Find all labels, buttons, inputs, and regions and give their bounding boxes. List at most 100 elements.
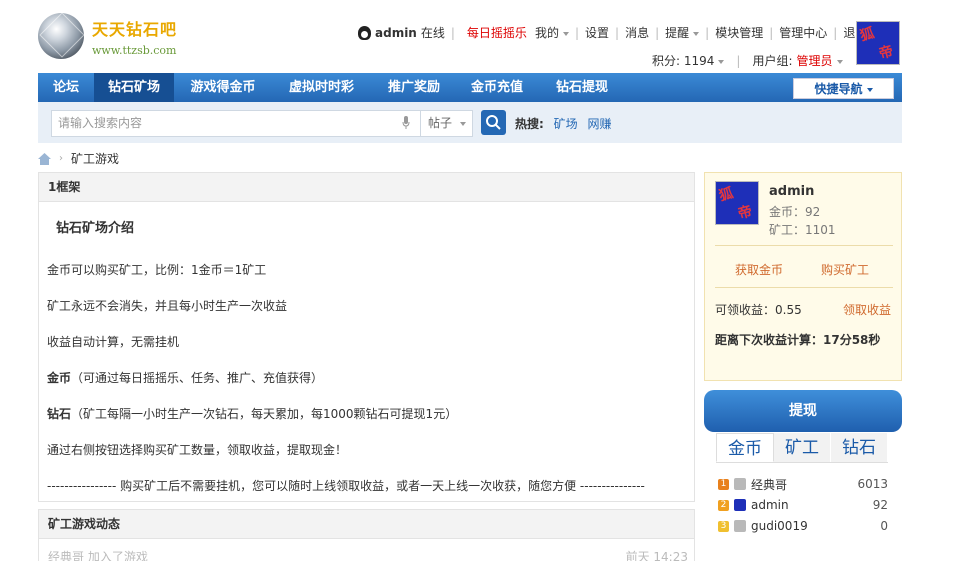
- points-menu[interactable]: 积分: 1194: [652, 52, 725, 69]
- claimable-earnings: 可领收益：0.55: [715, 303, 802, 317]
- withdraw-button[interactable]: 提现: [704, 390, 902, 432]
- gold-count: 金币：92: [769, 205, 821, 219]
- hot-searches: 热搜: 矿场 网赚: [515, 115, 612, 132]
- user-group-label: 用户组:: [752, 54, 793, 68]
- messages-link[interactable]: 消息: [625, 24, 649, 41]
- search-type-label: 帖子: [428, 116, 453, 130]
- rank-badge: 3: [718, 520, 729, 532]
- card-username: admin: [769, 184, 815, 199]
- search-input[interactable]: 请输入搜索内容: [51, 110, 421, 137]
- qq-penguin-icon: [358, 25, 371, 40]
- intro-paragraph: 金币可以购买矿工，比例：1金币＝1矿工: [47, 263, 267, 277]
- table-row[interactable]: 1 经典哥 6013: [718, 475, 888, 493]
- module-admin-link[interactable]: 模块管理: [715, 24, 763, 41]
- hot-link-earn[interactable]: 网赚: [587, 117, 611, 131]
- chevron-down-icon: [693, 31, 700, 36]
- user-mining-card: 狐帝 admin 金币：92 矿工：1101 获取金币 购买矿工 可领收益：0.…: [704, 172, 902, 381]
- home-icon[interactable]: [38, 152, 51, 165]
- intro-paragraph: 收益自动计算，无需挂机: [47, 335, 180, 349]
- game-dynamics-panel: 矿工游戏动态 经典哥 加入了游戏 前天 14:23: [38, 509, 695, 561]
- intro-paragraph: 矿工永远不会消失，并且每小时生产一次收益: [47, 299, 288, 313]
- intro-paragraph: 金币（可通过每日摇摇乐、任务、推广、充值获得）: [47, 371, 324, 385]
- chevron-down-icon: [562, 31, 569, 36]
- username-link[interactable]: admin: [375, 26, 417, 40]
- tab-diamonds[interactable]: 钻石: [831, 433, 888, 462]
- logo-url: www.ttzsb.com: [92, 43, 177, 57]
- avatar: [734, 520, 746, 532]
- tab-miners[interactable]: 矿工: [774, 433, 831, 462]
- tab-gold[interactable]: 金币: [716, 433, 774, 462]
- buy-miner-button[interactable]: 购买矿工: [821, 261, 869, 278]
- dynamics-header: 矿工游戏动态: [39, 510, 694, 539]
- quick-nav-button[interactable]: 快捷导航: [793, 78, 894, 99]
- hot-link-mine[interactable]: 矿场: [554, 117, 578, 131]
- online-status: 在线: [420, 26, 445, 40]
- nav-item-game-gold[interactable]: 游戏得金币: [177, 73, 269, 102]
- rank-name: 经典哥: [751, 477, 788, 492]
- chevron-down-icon: [460, 121, 467, 126]
- mine-menu[interactable]: 我的: [535, 24, 569, 41]
- hot-search-label: 热搜:: [515, 117, 544, 131]
- intro-paragraph: 钻石（矿工每隔一小时生产一次钻石，每天累加，每1000颗钻石可提现1元）: [47, 407, 458, 421]
- dynamics-row-time: 前天 14:23: [625, 550, 688, 561]
- nav-item-forum[interactable]: 论坛: [38, 73, 94, 102]
- claim-earnings-button[interactable]: 领取收益: [843, 301, 891, 318]
- admin-center-link[interactable]: 管理中心: [779, 24, 827, 41]
- rank-tabs: 金币 矿工 钻石: [716, 433, 888, 463]
- nav-item-lottery[interactable]: 虚拟时时彩: [274, 73, 369, 102]
- breadcrumb-current[interactable]: 矿工游戏: [71, 150, 119, 167]
- search-icon: [486, 115, 501, 130]
- table-row[interactable]: 3 gudi0019 0: [718, 517, 888, 535]
- rank-name: admin: [751, 498, 789, 512]
- microphone-icon[interactable]: [402, 116, 410, 130]
- search-type-select[interactable]: 帖子: [421, 110, 473, 137]
- diamond-logo-icon: [38, 13, 84, 59]
- reminders-label: 提醒: [665, 26, 690, 40]
- quick-nav-label: 快捷导航: [814, 82, 863, 96]
- chevron-down-icon: [718, 59, 725, 64]
- user-group-menu[interactable]: 管理员: [797, 52, 843, 69]
- user-toolbar: admin 在线 | 每日摇摇乐 我的 | 设置 | 消息 | 提醒 | 模块管…: [358, 24, 867, 41]
- rank-value: 0: [880, 519, 888, 533]
- user-group-value: 管理员: [796, 54, 833, 68]
- next-calc-countdown: 距离下次收益计算：17分58秒: [715, 333, 881, 347]
- search-button[interactable]: [481, 110, 506, 135]
- user-stats-bar: 积分: 1194 | 用户组: 管理员: [652, 52, 843, 69]
- chevron-down-icon: [866, 87, 873, 92]
- logo-title: 天天钻石吧: [92, 19, 178, 39]
- breadcrumb: › 矿工游戏: [38, 150, 119, 167]
- intro-title: 钻石矿场介绍: [56, 221, 135, 236]
- main-nav: 论坛 钻石矿场 游戏得金币 虚拟时时彩 推广奖励 金币充值 钻石提现 快捷导航: [38, 73, 902, 102]
- nav-item-promotion[interactable]: 推广奖励: [378, 73, 450, 102]
- nav-item-diamond-mine[interactable]: 钻石矿场: [94, 73, 174, 102]
- reminders-menu[interactable]: 提醒: [665, 24, 700, 41]
- rank-badge: 2: [718, 499, 729, 511]
- intro-paragraph: ---------------- 购买矿工后不需要挂机，您可以随时上线领取收益，…: [47, 479, 645, 493]
- points-label: 积分: 1194: [652, 54, 715, 68]
- mine-menu-label: 我的: [534, 26, 559, 40]
- daily-shake-link[interactable]: 每日摇摇乐: [467, 24, 527, 41]
- avatar[interactable]: 狐帝: [715, 181, 759, 225]
- miner-count: 矿工：1101: [769, 223, 836, 237]
- rank-value: 6013: [857, 477, 888, 491]
- get-gold-button[interactable]: 获取金币: [735, 261, 783, 278]
- avatar: [734, 499, 746, 511]
- rank-name: gudi0019: [751, 519, 808, 533]
- table-row[interactable]: 2 admin 92: [718, 496, 888, 514]
- list-item: 经典哥 加入了游戏 前天 14:23: [48, 548, 688, 561]
- intro-panel-header: 1框架: [39, 173, 694, 202]
- site-logo[interactable]: 天天钻石吧 www.ttzsb.com: [38, 10, 188, 62]
- breadcrumb-separator-icon: ›: [59, 153, 63, 164]
- rank-value: 92: [872, 498, 888, 512]
- rank-badge: 1: [718, 478, 729, 490]
- search-bar: 请输入搜索内容 帖子 热搜: 矿场 网赚: [38, 102, 902, 143]
- avatar: [734, 478, 746, 490]
- settings-link[interactable]: 设置: [585, 24, 609, 41]
- dynamics-row-text: 经典哥 加入了游戏: [48, 550, 148, 561]
- avatar[interactable]: 狐帝: [856, 21, 900, 65]
- chevron-down-icon: [836, 59, 843, 64]
- nav-item-recharge[interactable]: 金币充值: [459, 73, 535, 102]
- intro-panel: 1框架 钻石矿场介绍 金币可以购买矿工，比例：1金币＝1矿工 矿工永远不会消失，…: [38, 172, 695, 502]
- nav-item-withdraw[interactable]: 钻石提现: [544, 73, 620, 102]
- intro-paragraph: 通过右侧按钮选择购买矿工数量，领取收益，提取现金！: [47, 443, 348, 457]
